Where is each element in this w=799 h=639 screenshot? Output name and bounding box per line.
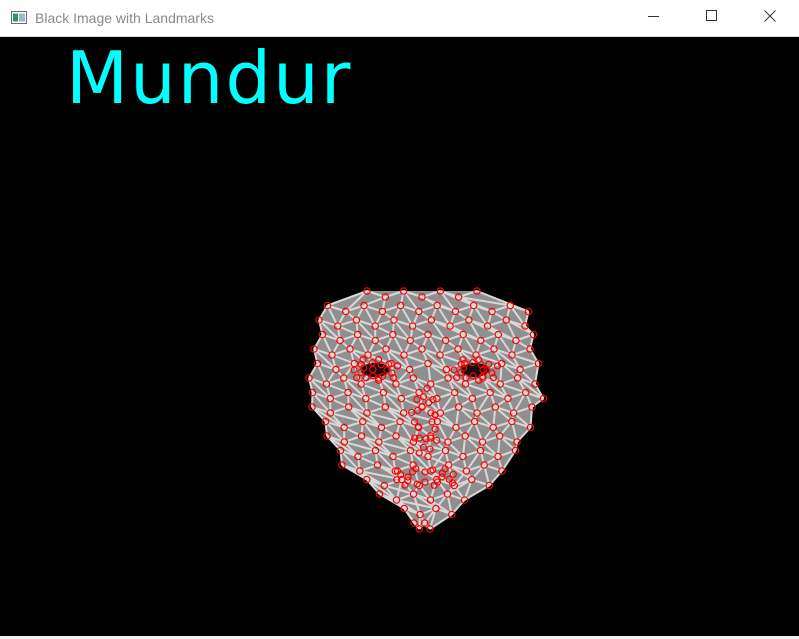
- mesh-edge: [311, 392, 314, 408]
- mesh-edge: [364, 398, 368, 414]
- minimize-icon: [648, 9, 660, 27]
- mesh-edge: [391, 319, 395, 335]
- opencv-window-icon: [11, 11, 27, 24]
- maximize-icon: [706, 9, 718, 27]
- maximize-button[interactable]: [689, 0, 735, 36]
- image-canvas[interactable]: Mundur: [0, 37, 799, 636]
- title-bar[interactable]: Black Image with Landmarks: [0, 0, 799, 37]
- minimize-button[interactable]: [631, 0, 677, 36]
- mesh-edge: [360, 421, 364, 437]
- mesh-edge: [347, 392, 350, 408]
- face-landmark-mesh: [305, 287, 548, 533]
- app-window: Black Image with Landmarks Mundur: [0, 0, 799, 639]
- window-title: Black Image with Landmarks: [35, 10, 214, 26]
- close-button[interactable]: [747, 0, 793, 36]
- close-icon: [764, 9, 776, 27]
